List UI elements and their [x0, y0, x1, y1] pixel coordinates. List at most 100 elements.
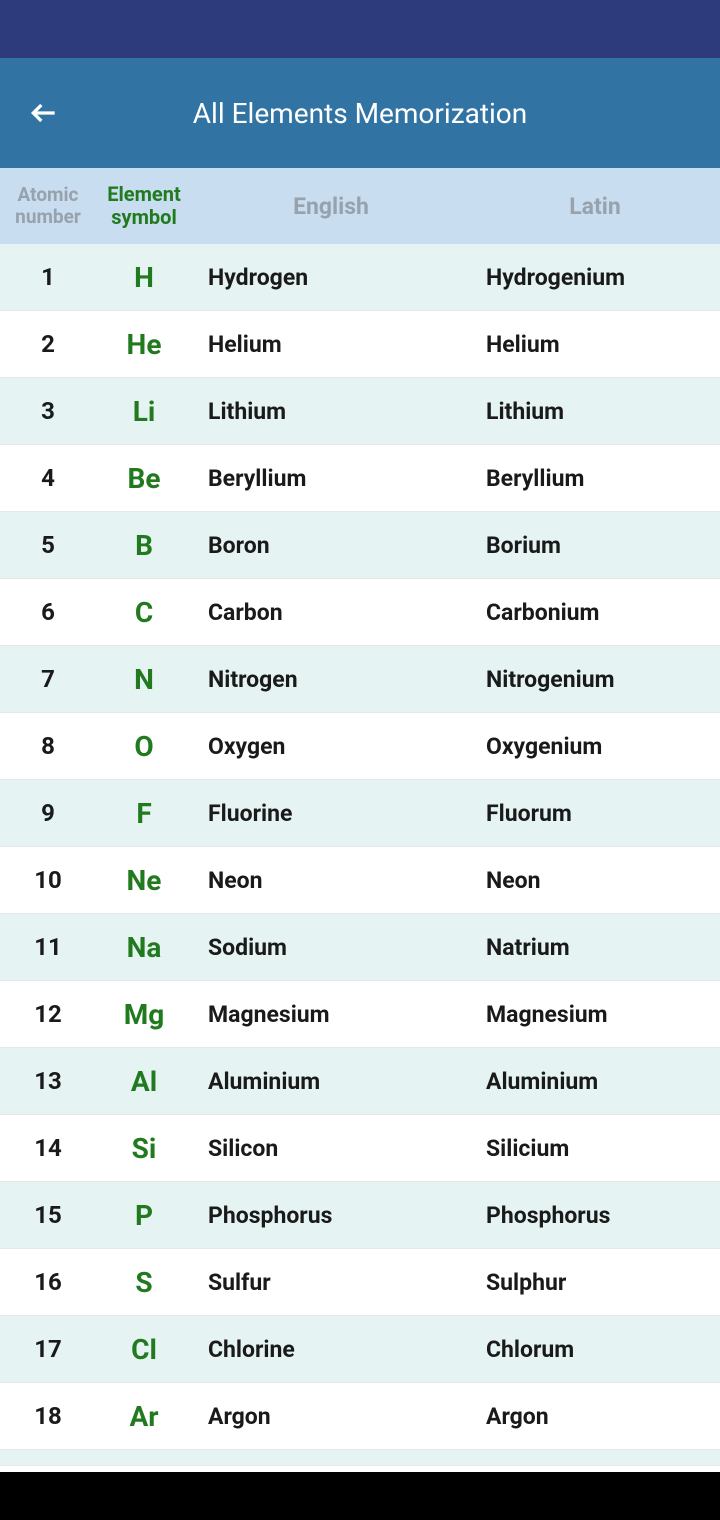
cell-atomic-number: 14: [0, 1134, 96, 1162]
cell-element-symbol: C: [96, 596, 192, 629]
cell-element-symbol: Be: [96, 462, 192, 495]
cell-atomic-number: 2: [0, 330, 96, 358]
cell-atomic-number: 10: [0, 866, 96, 894]
table-row[interactable]: 13AlAluminiumAluminium: [0, 1048, 720, 1115]
cell-english-name: Helium: [192, 331, 470, 358]
cell-latin-name: Borium: [470, 532, 720, 559]
cell-atomic-number: 12: [0, 1000, 96, 1028]
cell-english-name: Sulfur: [192, 1269, 470, 1296]
cell-atomic-number: 17: [0, 1335, 96, 1363]
cell-latin-name: Beryllium: [470, 465, 720, 492]
cell-element-symbol: K: [96, 1450, 192, 1466]
bottom-nav-bar: [0, 1472, 720, 1520]
cell-latin-name: Fluorum: [470, 800, 720, 827]
cell-element-symbol: N: [96, 663, 192, 696]
cell-atomic-number: 3: [0, 397, 96, 425]
cell-atomic-number: 11: [0, 933, 96, 961]
cell-element-symbol: Ar: [96, 1400, 192, 1433]
cell-latin-name: Carbonium: [470, 599, 720, 626]
table-row[interactable]: 7NNitrogenNitrogenium: [0, 646, 720, 713]
table-row[interactable]: 10NeNeonNeon: [0, 847, 720, 914]
cell-element-symbol: Li: [96, 395, 192, 428]
cell-english-name: Hydrogen: [192, 264, 470, 291]
cell-atomic-number: 8: [0, 732, 96, 760]
cell-latin-name: Oxygenium: [470, 733, 720, 760]
cell-atomic-number: 7: [0, 665, 96, 693]
cell-latin-name: Natrium: [470, 934, 720, 961]
table-row[interactable]: 3LiLithiumLithium: [0, 378, 720, 445]
cell-latin-name: Aluminium: [470, 1068, 720, 1095]
cell-latin-name: Argon: [470, 1403, 720, 1430]
cell-element-symbol: F: [96, 797, 192, 830]
cell-atomic-number: 6: [0, 598, 96, 626]
cell-element-symbol: Cl: [96, 1333, 192, 1366]
cell-atomic-number: 13: [0, 1067, 96, 1095]
cell-english-name: Argon: [192, 1403, 470, 1430]
back-button[interactable]: [20, 89, 68, 137]
back-arrow-icon: [28, 97, 60, 129]
cell-element-symbol: B: [96, 529, 192, 562]
header-english: English: [192, 193, 470, 220]
cell-english-name: Boron: [192, 532, 470, 559]
cell-element-symbol: H: [96, 261, 192, 294]
cell-english-name: Phosphorus: [192, 1202, 470, 1229]
cell-element-symbol: Mg: [96, 998, 192, 1031]
cell-atomic-number: 16: [0, 1268, 96, 1296]
cell-english-name: Beryllium: [192, 465, 470, 492]
table-row[interactable]: 11NaSodiumNatrium: [0, 914, 720, 981]
cell-element-symbol: P: [96, 1199, 192, 1232]
table-row[interactable]: 17ClChlorineChlorum: [0, 1316, 720, 1383]
cell-english-name: Neon: [192, 867, 470, 894]
cell-english-name: Carbon: [192, 599, 470, 626]
cell-atomic-number: 4: [0, 464, 96, 492]
cell-element-symbol: S: [96, 1266, 192, 1299]
header-latin: Latin: [470, 193, 720, 220]
table-row[interactable]: 6CCarbonCarbonium: [0, 579, 720, 646]
table-row[interactable]: K: [0, 1450, 720, 1466]
table-row[interactable]: 1HHydrogenHydrogenium: [0, 244, 720, 311]
table-row[interactable]: 18ArArgonArgon: [0, 1383, 720, 1450]
cell-english-name: Silicon: [192, 1135, 470, 1162]
table-row[interactable]: 4BeBerylliumBeryllium: [0, 445, 720, 512]
cell-english-name: Fluorine: [192, 800, 470, 827]
status-bar: [0, 0, 720, 58]
table-row[interactable]: 14SiSiliconSilicium: [0, 1115, 720, 1182]
cell-atomic-number: 1: [0, 263, 96, 291]
table-row[interactable]: 16SSulfurSulphur: [0, 1249, 720, 1316]
cell-latin-name: Neon: [470, 867, 720, 894]
cell-english-name: Oxygen: [192, 733, 470, 760]
cell-latin-name: Phosphorus: [470, 1202, 720, 1229]
cell-latin-name: Silicium: [470, 1135, 720, 1162]
cell-latin-name: Lithium: [470, 398, 720, 425]
header-element-symbol: Elementsymbol: [96, 183, 192, 229]
table-row[interactable]: 8OOxygenOxygenium: [0, 713, 720, 780]
cell-english-name: Aluminium: [192, 1068, 470, 1095]
table-row[interactable]: 5BBoronBorium: [0, 512, 720, 579]
table-body[interactable]: 1HHydrogenHydrogenium2HeHeliumHelium3LiL…: [0, 244, 720, 1472]
cell-latin-name: Chlorum: [470, 1336, 720, 1363]
header-atomic-number: Atomicnumber: [0, 184, 96, 228]
cell-english-name: Nitrogen: [192, 666, 470, 693]
cell-element-symbol: Na: [96, 931, 192, 964]
cell-element-symbol: Ne: [96, 864, 192, 897]
cell-element-symbol: Si: [96, 1132, 192, 1165]
cell-latin-name: Magnesium: [470, 1001, 720, 1028]
cell-atomic-number: 18: [0, 1402, 96, 1430]
cell-latin-name: Nitrogenium: [470, 666, 720, 693]
table-row[interactable]: 2HeHeliumHelium: [0, 311, 720, 378]
cell-english-name: Chlorine: [192, 1336, 470, 1363]
cell-latin-name: Hydrogenium: [470, 264, 720, 291]
cell-element-symbol: He: [96, 328, 192, 361]
table-row[interactable]: 9FFluorineFluorum: [0, 780, 720, 847]
page-title: All Elements Memorization: [193, 97, 527, 130]
cell-latin-name: Helium: [470, 331, 720, 358]
cell-element-symbol: O: [96, 730, 192, 763]
table-header: Atomicnumber Elementsymbol English Latin: [0, 168, 720, 244]
cell-atomic-number: 5: [0, 531, 96, 559]
cell-atomic-number: 9: [0, 799, 96, 827]
app-bar: All Elements Memorization: [0, 58, 720, 168]
cell-english-name: Lithium: [192, 398, 470, 425]
cell-atomic-number: 15: [0, 1201, 96, 1229]
table-row[interactable]: 12MgMagnesiumMagnesium: [0, 981, 720, 1048]
table-row[interactable]: 15PPhosphorusPhosphorus: [0, 1182, 720, 1249]
